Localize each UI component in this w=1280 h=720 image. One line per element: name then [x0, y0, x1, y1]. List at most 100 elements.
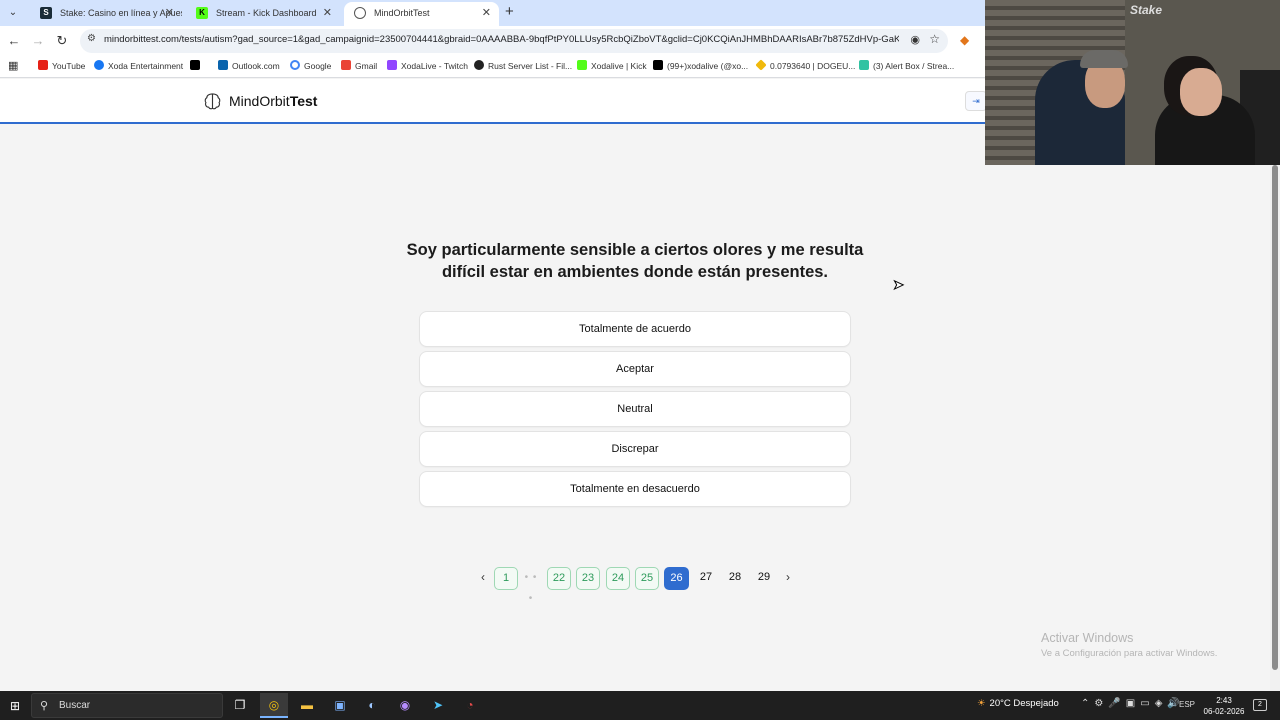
weather-sun-icon: ☀ — [977, 698, 986, 709]
site-header: MindOrbitTest ⇥ — [0, 79, 987, 124]
close-icon[interactable]: ✕ — [165, 2, 174, 24]
tab-title: Stake: Casino en línea y Apuest — [60, 8, 182, 18]
x-icon — [190, 60, 200, 70]
twitch-icon — [387, 60, 397, 70]
page-button-current[interactable]: 26 — [664, 567, 689, 590]
answer-option-strongly-agree[interactable]: Totalmente de acuerdo — [419, 311, 851, 347]
answer-option-strongly-disagree[interactable]: Totalmente en desacuerdo — [419, 471, 851, 507]
taskbar-clock[interactable]: 2:43 06-02-2026 — [1202, 695, 1246, 717]
answer-option-neutral[interactable]: Neutral — [419, 391, 851, 427]
clock-time: 2:43 — [1216, 696, 1232, 705]
windows-start-icon[interactable]: ⊞ — [10, 699, 20, 713]
page-button-23[interactable]: 23 — [576, 567, 600, 590]
taskbar-search-placeholder: Buscar — [59, 700, 91, 711]
brain-icon — [204, 93, 221, 110]
bookmark-xoda-entertainment[interactable]: Xoda Entertainment — [94, 60, 183, 71]
kick-icon: K — [196, 7, 208, 19]
streamlabs-icon — [859, 60, 869, 70]
page-button-27[interactable]: 27 — [694, 567, 718, 590]
obs-icon[interactable]: ◉ — [391, 693, 419, 718]
kick-icon — [577, 60, 587, 70]
next-page-chevron-icon[interactable]: › — [781, 567, 795, 590]
bookmark-rust-server-list[interactable]: Rust Server List - Fil... — [474, 60, 572, 71]
google-icon — [290, 60, 300, 70]
test-main: Soy particularmente sensible a ciertos o… — [0, 125, 1270, 691]
chrome-icon[interactable]: ◎ — [260, 693, 288, 718]
telegram-icon[interactable]: ➤ — [424, 693, 452, 718]
binance-icon — [755, 59, 767, 71]
taskbar-weather[interactable]: ☀ 20°C Despejado — [977, 698, 1059, 709]
activate-windows-watermark: Activar Windows Ve a Configuración para … — [1041, 631, 1217, 659]
webcam-stake-logo: Stake — [1130, 3, 1163, 17]
scrollbar-thumb[interactable] — [1272, 165, 1278, 670]
bookmark-google[interactable]: Google — [290, 60, 331, 71]
windows-taskbar: ⊞ ⚲ Buscar ❐ ◎ ▬ ▣ ◐ ◉ ➤ ◔ ☀ 20°C Despeja… — [0, 691, 1280, 720]
page-button-24[interactable]: 24 — [606, 567, 630, 590]
new-tab-plus-icon[interactable]: + — [505, 3, 514, 20]
bookmark-kick[interactable]: Xodalive | Kick — [577, 60, 647, 71]
metamask-extension-icon[interactable]: ◆ — [960, 33, 969, 47]
bookmark-outlook[interactable]: Outlook.com — [218, 60, 280, 71]
stake-icon: S — [40, 7, 52, 19]
tiktok-icon — [653, 60, 663, 70]
bookmark-x[interactable] — [190, 60, 204, 71]
bookmark-twitch[interactable]: XodaLive - Twitch — [387, 60, 468, 71]
site-info-icon[interactable]: ⚙ — [87, 33, 96, 44]
eye-off-icon[interactable]: ◉ — [910, 33, 920, 46]
recording-app-icon[interactable]: ◔ — [456, 693, 484, 718]
pagination-ellipsis: • • • — [524, 572, 538, 604]
tab-stake[interactable]: S Stake: Casino en línea y Apuest ✕ — [30, 2, 182, 26]
taskbar-search-box[interactable]: ⚲ Buscar — [31, 693, 223, 718]
tab-mindorbittest[interactable]: MindOrbitTest ✕ — [344, 2, 499, 26]
tab-title: Stream - Kick Dashboard — [216, 8, 317, 18]
outlook-icon — [218, 60, 228, 70]
tab-search-chevron-icon[interactable]: ⌄ — [4, 4, 22, 22]
search-icon: ⚲ — [40, 700, 49, 712]
bookmark-gmail[interactable]: Gmail — [341, 60, 377, 71]
microsoft-store-icon[interactable]: ▣ — [326, 693, 354, 718]
watermark-subtitle: Ve a Configuración para activar Windows. — [1041, 648, 1218, 659]
tab-kick-dashboard[interactable]: K Stream - Kick Dashboard ✕ — [186, 2, 340, 26]
answer-option-agree[interactable]: Aceptar — [419, 351, 851, 387]
page-scrollbar[interactable] — [1270, 125, 1280, 691]
webcam-person-right-head — [1180, 68, 1222, 116]
close-icon[interactable]: ✕ — [482, 2, 491, 24]
webcam-overlay: Stake — [985, 0, 1280, 165]
reload-icon[interactable]: ↻ — [53, 32, 71, 50]
file-explorer-icon[interactable]: ▬ — [293, 693, 321, 718]
watermark-title: Activar Windows — [1041, 631, 1134, 645]
apps-grid-icon[interactable]: ▦ — [8, 59, 18, 72]
gmail-icon — [341, 60, 351, 70]
input-language[interactable]: ESP — [1179, 700, 1195, 709]
task-view-icon[interactable]: ❐ — [226, 693, 254, 718]
prev-page-chevron-icon[interactable]: ‹ — [476, 567, 490, 590]
address-bar[interactable]: ⚙ mindorbittest.com/tests/autism?gad_sou… — [80, 29, 948, 53]
page-button-29[interactable]: 29 — [752, 567, 776, 590]
tab-title: MindOrbitTest — [374, 8, 430, 18]
login-icon[interactable]: ⇥ — [965, 91, 987, 111]
page-button-28[interactable]: 28 — [723, 567, 747, 590]
answer-option-disagree[interactable]: Discrepar — [419, 431, 851, 467]
bookmark-star-icon[interactable]: ☆ — [929, 32, 940, 46]
close-icon[interactable]: ✕ — [323, 2, 332, 24]
bookmark-youtube[interactable]: YouTube — [38, 60, 85, 71]
clock-date: 06-02-2026 — [1203, 707, 1245, 716]
notification-center-icon[interactable]: 2 — [1253, 699, 1267, 711]
back-arrow-icon[interactable]: ← — [5, 32, 23, 50]
page-button-1[interactable]: 1 — [494, 567, 518, 590]
site-logo[interactable]: MindOrbitTest — [229, 93, 317, 109]
bookmark-alert-box[interactable]: (3) Alert Box / Strea... — [859, 60, 954, 71]
webcam-cap — [1080, 50, 1128, 68]
globe-icon — [354, 7, 366, 19]
youtube-icon — [38, 60, 48, 70]
bookmark-tiktok[interactable]: (99+)xodalive (@xo... — [653, 60, 748, 71]
page-button-22[interactable]: 22 — [547, 567, 571, 590]
steam-icon[interactable]: ◐ — [358, 693, 386, 718]
question-text: Soy particularmente sensible a ciertos o… — [406, 241, 864, 281]
forward-arrow-icon[interactable]: → — [29, 32, 47, 50]
facebook-icon — [94, 60, 104, 70]
bookmark-dogeusdt[interactable]: 0.0793640 | DOGEU... — [755, 59, 855, 71]
page-button-25[interactable]: 25 — [635, 567, 659, 590]
system-tray-icons[interactable]: ⌃⚙🎤▣▭◈🔊 — [1081, 698, 1185, 709]
mouse-cursor-icon: ➤ — [893, 277, 905, 293]
